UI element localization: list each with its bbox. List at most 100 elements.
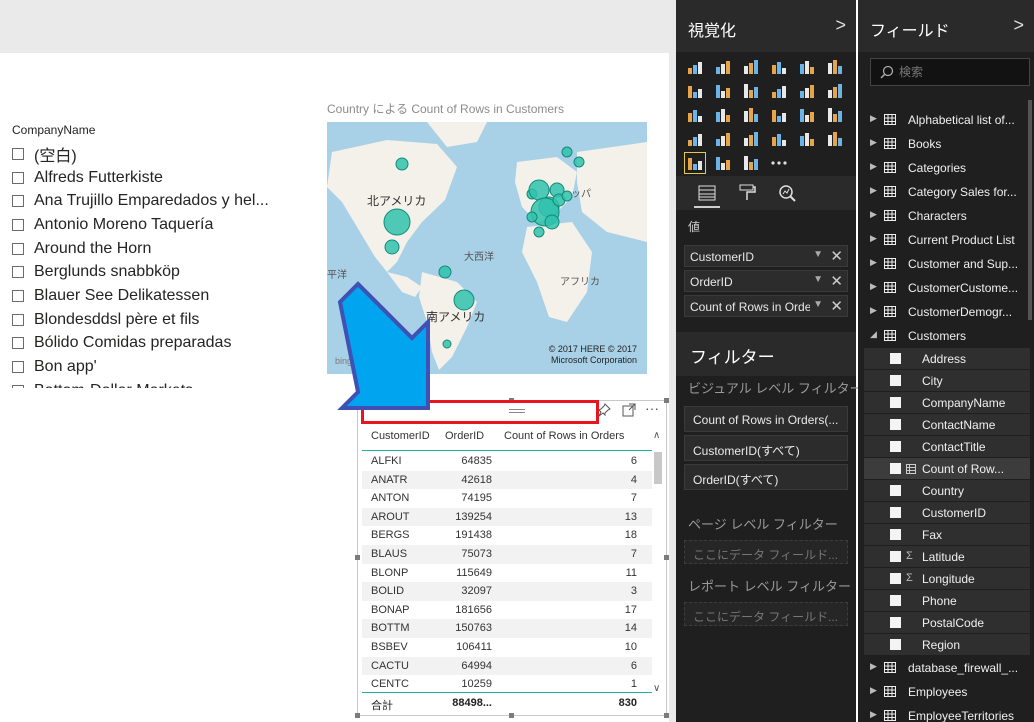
100-bar-chart-icon[interactable] (796, 56, 818, 78)
field-table[interactable]: ▶ Category Sales for... (858, 180, 1034, 204)
map-bubble[interactable] (395, 157, 409, 171)
field-item[interactable]: Σ Latitude (864, 546, 1030, 568)
analytics-magnifier-icon[interactable] (776, 182, 798, 204)
table-row[interactable]: BOTTM 150763 14 (362, 619, 652, 638)
more-visuals-icon[interactable] (768, 152, 790, 174)
slicer-item[interactable]: Berglunds snabbköp (12, 260, 302, 284)
field-table[interactable]: ◢ Customers (858, 324, 1034, 348)
clustered-bar-chart-icon[interactable] (740, 56, 762, 78)
field-checkbox[interactable] (890, 375, 901, 386)
donut-chart-icon[interactable] (740, 104, 762, 126)
field-checkbox[interactable] (890, 617, 901, 628)
chevron-right-icon[interactable]: ▶ (870, 661, 877, 672)
map-bubble[interactable] (442, 339, 452, 349)
checkbox-icon[interactable] (12, 266, 24, 279)
chevron-down-icon[interactable]: ▼ (813, 299, 823, 310)
ribbon-chart-icon[interactable] (824, 80, 846, 102)
field-checkbox[interactable] (890, 639, 901, 650)
line-clustered-column-icon[interactable] (796, 80, 818, 102)
field-checkbox[interactable] (890, 485, 901, 496)
table-scrollbar[interactable]: ∧ ∨ (653, 430, 663, 694)
checkbox-icon[interactable] (12, 218, 24, 231)
slicer-item[interactable]: Blondesddsl père et fils (12, 308, 302, 332)
table-icon[interactable] (684, 152, 706, 174)
scatter-chart-icon[interactable] (684, 104, 706, 126)
field-item[interactable]: Region (864, 634, 1030, 656)
visualizations-collapse-icon[interactable]: > (835, 15, 846, 36)
page-filter-dropzone[interactable]: ここにデータ フィールド... (684, 540, 848, 564)
filter-count-of-rows[interactable]: Count of Rows in Orders(... (684, 406, 848, 432)
multi-row-card-icon[interactable] (768, 128, 790, 150)
field-table[interactable]: ▶ Employees (858, 680, 1034, 704)
funnel-icon[interactable] (684, 128, 706, 150)
map-bubble[interactable] (438, 265, 452, 279)
chevron-right-icon[interactable]: ▶ (870, 281, 877, 292)
slicer-item[interactable]: (空白) (12, 142, 302, 166)
table-header-count[interactable]: Count of Rows in Orders (504, 430, 624, 442)
field-table[interactable]: ▶ Current Product List (858, 228, 1034, 252)
table-header-orderid[interactable]: OrderID (445, 430, 484, 442)
field-table[interactable]: ▶ CustomerDemogr... (858, 300, 1034, 324)
field-item[interactable]: ContactTitle (864, 436, 1030, 458)
resize-handle-ml[interactable] (355, 555, 360, 560)
gauge-icon[interactable] (712, 128, 734, 150)
table-row[interactable]: BLAUS 75073 7 (362, 544, 652, 564)
slicer-icon[interactable] (824, 128, 846, 150)
table-row[interactable]: CENTC 10259 1 (362, 675, 652, 694)
checkbox-icon[interactable] (12, 384, 24, 388)
field-item[interactable]: CompanyName (864, 392, 1030, 414)
field-checkbox[interactable] (890, 419, 901, 430)
stacked-column-chart-icon[interactable] (712, 56, 734, 78)
slicer-item[interactable]: Bólido Comidas preparadas (12, 332, 302, 356)
checkbox-icon[interactable] (12, 171, 24, 184)
fields-collapse-icon[interactable]: > (1013, 15, 1024, 36)
slicer-item[interactable]: Around the Horn (12, 237, 302, 261)
map-bubble[interactable] (544, 214, 560, 230)
field-item[interactable]: Fax (864, 524, 1030, 546)
table-row[interactable]: BSBEV 106411 10 (362, 638, 652, 657)
table-row[interactable]: ANTON 74195 7 (362, 489, 652, 508)
treemap-icon[interactable] (768, 104, 790, 126)
search-input[interactable] (899, 63, 1024, 81)
remove-field-icon[interactable]: ✕ (830, 247, 843, 265)
area-chart-icon[interactable] (712, 80, 734, 102)
chevron-right-icon[interactable]: ▶ (870, 185, 877, 196)
checkbox-icon[interactable] (12, 289, 24, 302)
field-checkbox[interactable] (890, 529, 901, 540)
format-paint-roller-icon[interactable] (736, 182, 758, 204)
field-item[interactable]: City (864, 370, 1030, 392)
chevron-down-icon[interactable]: ▼ (813, 274, 823, 285)
resize-handle-bl[interactable] (355, 713, 360, 718)
field-item[interactable]: ContactName (864, 414, 1030, 436)
remove-field-icon[interactable]: ✕ (830, 297, 843, 315)
pin-icon[interactable] (597, 403, 611, 417)
chevron-right-icon[interactable]: ▶ (870, 113, 877, 124)
100-column-chart-icon[interactable] (824, 56, 846, 78)
chevron-right-icon[interactable]: ▶ (870, 137, 877, 148)
fields-scrollbar[interactable] (1028, 100, 1032, 320)
checkbox-icon[interactable] (12, 242, 24, 255)
map-bubble[interactable] (453, 289, 475, 311)
checkbox-icon[interactable] (12, 313, 24, 326)
table-row[interactable]: BERGS 191438 18 (362, 526, 652, 545)
table-row[interactable]: BLONP 115649 11 (362, 564, 652, 583)
stacked-bar-chart-icon[interactable] (684, 56, 706, 78)
stacked-area-chart-icon[interactable] (740, 80, 762, 102)
checkbox-icon[interactable] (12, 361, 24, 374)
resize-handle-mr[interactable] (664, 555, 669, 560)
well-count-of-rows[interactable]: Count of Rows in Orders ▼ ✕ (684, 295, 848, 317)
field-checkbox[interactable] (890, 551, 901, 562)
field-table[interactable]: ▶ CustomerCustome... (858, 276, 1034, 300)
field-table[interactable]: ▶ Categories (858, 156, 1034, 180)
company-name-slicer[interactable]: CompanyName (空白) Alfreds Futterkiste Ana T… (12, 122, 302, 388)
table-row[interactable]: ANATR 42618 4 (362, 470, 652, 490)
field-checkbox[interactable] (890, 353, 901, 364)
resize-handle-bm[interactable] (509, 713, 514, 718)
chevron-right-icon[interactable]: ▶ (870, 233, 877, 244)
filled-map-icon[interactable] (824, 104, 846, 126)
map-bubble[interactable] (561, 146, 573, 158)
card-icon[interactable] (740, 128, 762, 150)
globe-map-icon[interactable] (740, 152, 762, 174)
field-item[interactable]: Σ Longitude (864, 568, 1030, 590)
field-checkbox[interactable] (890, 397, 901, 408)
